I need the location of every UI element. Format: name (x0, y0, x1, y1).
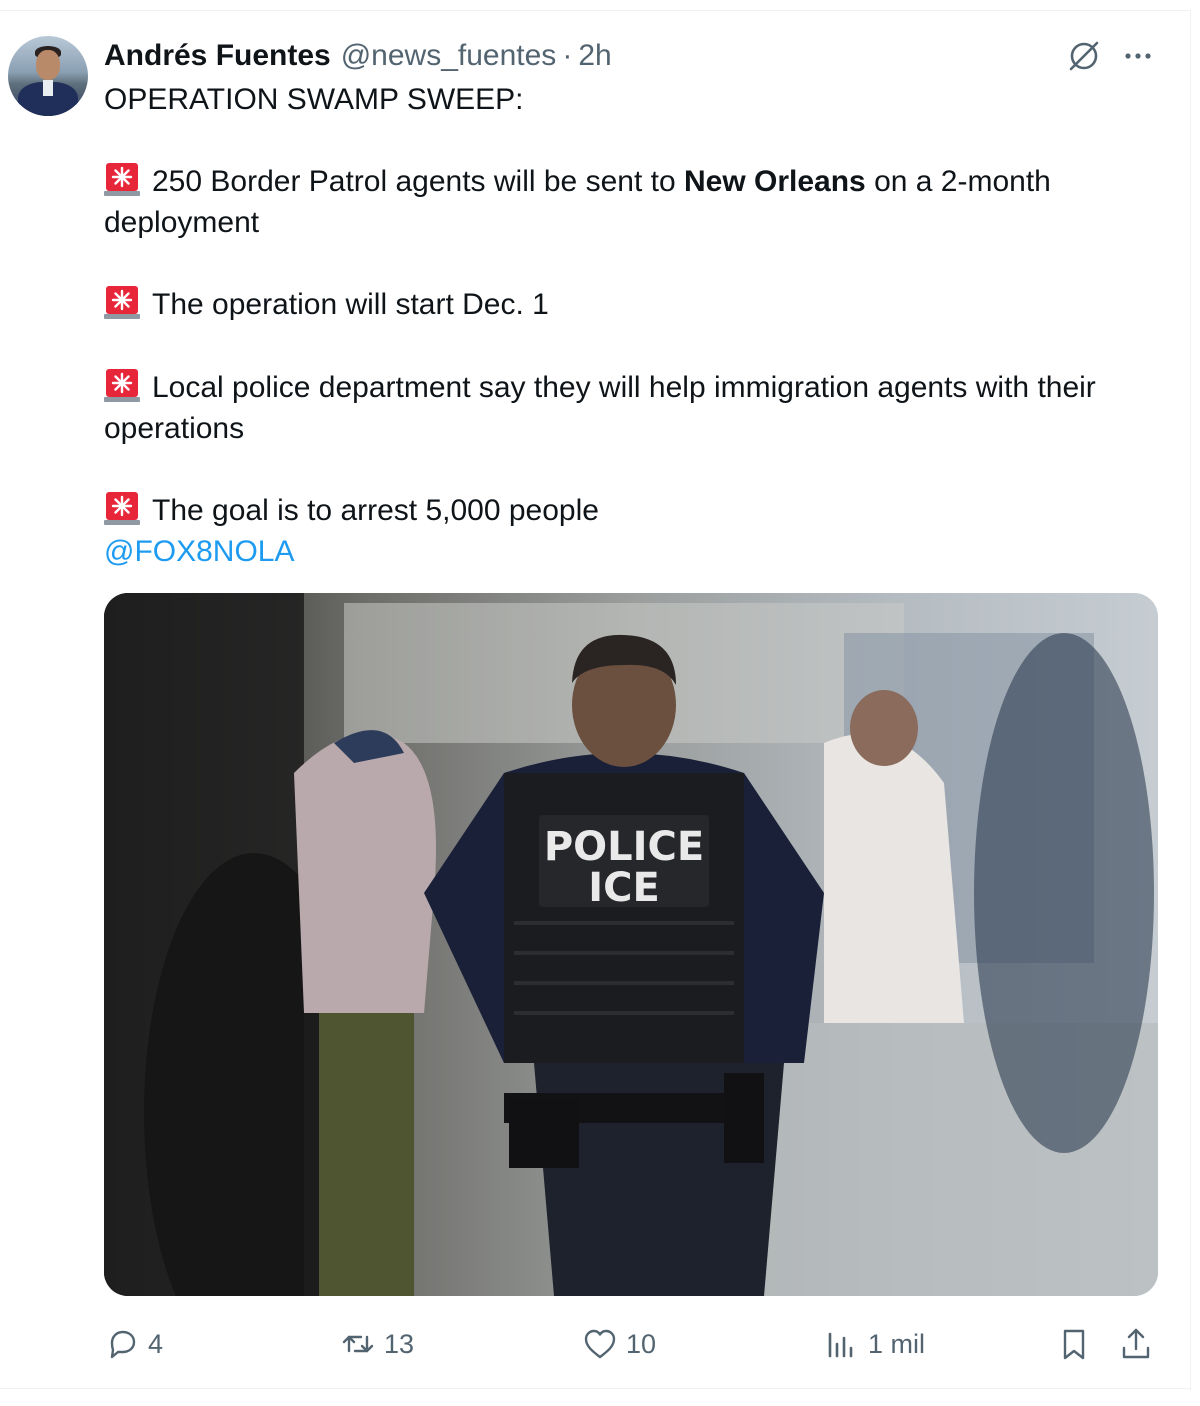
rotating-light-emoji (104, 491, 140, 525)
reply-icon (110, 1330, 136, 1359)
headline: OPERATION SWAMP SWEEP: (104, 83, 524, 116)
bookmark-icon (1063, 1329, 1085, 1360)
rotating-light-emoji (104, 163, 140, 197)
bullet-item-1: 250 Border Patrol agents will be sent to… (104, 161, 1164, 243)
item4-text: The goal is to arrest 5,000 people (152, 493, 599, 527)
bullet-item-2: The operation will start Dec. 1 (104, 284, 1164, 326)
rotating-light-emoji (104, 368, 140, 402)
reply-button[interactable]: 4 (104, 1320, 163, 1368)
separator-dot: · (562, 39, 573, 72)
views-button[interactable]: 1 mil (824, 1320, 925, 1368)
heart-icon (584, 1329, 616, 1359)
views-count: 1 mil (868, 1328, 926, 1359)
repost-icon (342, 1335, 374, 1353)
like-count: 10 (626, 1328, 657, 1359)
right-divider (1190, 10, 1191, 1390)
item3-text: Local police department say they will he… (104, 370, 1096, 445)
tweet-text: OPERATION SWAMP SWEEP: 250 Border Patrol… (104, 80, 1164, 572)
like-button[interactable]: 10 (582, 1320, 656, 1368)
vest-text-police: POLICE (544, 824, 704, 870)
vest-text-ice: ICE (588, 865, 660, 911)
action-bar: 4 13 10 1 mil (104, 1320, 1164, 1368)
tweet-header: Andrés Fuentes @news_fuentes · 2h (104, 36, 612, 76)
share-icon (1122, 1328, 1150, 1359)
bullet-item-4: The goal is to arrest 5,000 people (104, 490, 1164, 532)
bookmark-button[interactable] (1056, 1320, 1100, 1368)
author-handle[interactable]: @news_fuentes (341, 39, 557, 73)
author-name[interactable]: Andrés Fuentes (104, 39, 331, 73)
repost-button[interactable]: 13 (340, 1320, 414, 1368)
mention-link[interactable]: @FOX8NOLA (104, 535, 295, 568)
more-dots-icon[interactable] (1120, 40, 1156, 72)
rotating-light-emoji (104, 286, 140, 320)
reply-count: 4 (148, 1328, 164, 1359)
top-divider (0, 10, 1190, 11)
views-icon (828, 1332, 853, 1358)
bullet-item-3: Local police department say they will he… (104, 367, 1164, 449)
tweet-photo[interactable]: POLICE ICE (104, 593, 1158, 1296)
avatar[interactable] (8, 36, 88, 116)
repost-count: 13 (384, 1328, 415, 1359)
grok-slash-icon[interactable] (1066, 38, 1102, 74)
item1-bold: New Orleans (683, 165, 866, 199)
item2-text: The operation will start Dec. 1 (152, 288, 549, 322)
item1-pre: 250 Border Patrol agents will be sent to (152, 165, 684, 199)
share-button[interactable] (1118, 1320, 1162, 1368)
bottom-divider (0, 1388, 1190, 1389)
timestamp[interactable]: 2h (578, 39, 611, 73)
